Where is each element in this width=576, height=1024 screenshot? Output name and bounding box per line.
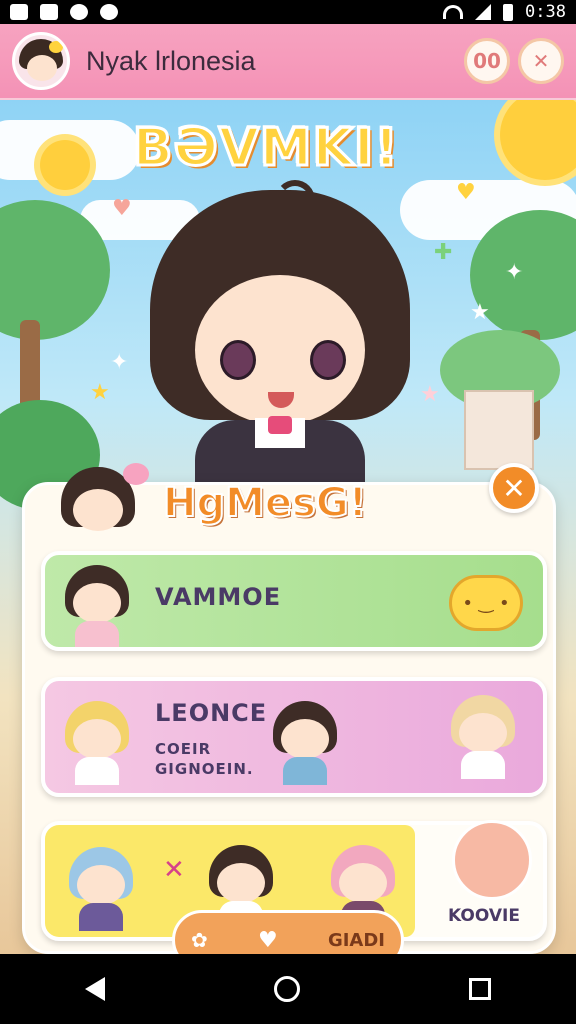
battery-icon <box>503 3 514 21</box>
close-icon: ✕ <box>502 471 526 505</box>
chat-bubble-icon: • ‿ • <box>449 575 523 631</box>
sparkle-icon: ✦ <box>110 350 129 375</box>
peach-ball-icon[interactable] <box>452 820 532 900</box>
menu-card-2[interactable]: LEONCE COEIR GIGNOEIN. <box>41 677 547 797</box>
pill-label: GIADI <box>327 929 385 951</box>
status-time: 0:38 <box>525 2 566 22</box>
card-2-sublabel: COEIR GIGNOEIN. <box>155 740 254 778</box>
navigation-bar <box>0 954 576 1024</box>
signal-icon <box>475 4 492 20</box>
notification-icon <box>10 4 28 20</box>
bottom-action-pill[interactable]: ✿ ♥ GIADI <box>172 910 404 954</box>
close-icon: ✕ <box>532 49 550 73</box>
panel-avatar <box>43 455 153 551</box>
panel-title: HgMesG! <box>162 479 368 527</box>
app-header: Nyak lrlonesia 00 ✕ <box>0 24 576 100</box>
status-left <box>10 4 118 20</box>
home-icon[interactable] <box>273 976 300 1002</box>
close-button[interactable]: ✕ <box>518 38 564 84</box>
card-character <box>59 561 135 647</box>
sparkle-icon: ✦ <box>505 260 524 285</box>
star-icon: ★ <box>90 380 110 405</box>
main-character <box>150 180 410 510</box>
wifi-icon <box>443 5 464 19</box>
status-right: 0:38 <box>443 2 566 22</box>
image-icon <box>40 4 58 20</box>
back-icon[interactable] <box>84 977 105 1001</box>
heart-icon: ♥ <box>456 180 476 205</box>
card-character <box>445 691 521 779</box>
x-mark-icon: ✕ <box>163 855 185 885</box>
sun-icon <box>40 140 90 190</box>
app-title: Nyak lrlonesia <box>86 45 256 76</box>
heart-icon: ♥ <box>112 196 132 221</box>
heart-icon: ✚ <box>434 240 453 265</box>
star-icon: ★ <box>470 300 490 325</box>
card-2-label: LEONCE <box>155 699 268 727</box>
avatar[interactable] <box>12 32 70 90</box>
star-icon: ★ <box>420 382 440 407</box>
heart-icon: ♥ <box>257 927 278 953</box>
card-character <box>59 697 135 785</box>
recent-apps-icon[interactable] <box>469 978 492 1000</box>
panel-close-button[interactable]: ✕ <box>489 463 539 513</box>
game-icon <box>100 4 118 20</box>
card-character <box>267 697 343 785</box>
card-character <box>63 843 139 931</box>
status-bar: 0:38 <box>0 0 576 24</box>
scene-background: ✦ ★ ✦ ★ ★ ♥ ♥ ✚ BƏVMKI! HgMesG! ✕ VAMMOE <box>0 100 576 954</box>
app-icon <box>70 4 88 20</box>
card-3-side-label: KOOVIE <box>448 906 520 926</box>
eyes-button[interactable]: 00 <box>464 38 510 84</box>
banner-title: BƏVMKI! <box>131 117 400 180</box>
sun-icon <box>500 100 576 180</box>
menu-card-1[interactable]: VAMMOE • ‿ • <box>41 551 547 651</box>
panel-header: HgMesG! <box>43 455 368 551</box>
ribbon-icon: ✿ <box>191 928 208 952</box>
card-1-label: VAMMOE <box>155 583 282 611</box>
